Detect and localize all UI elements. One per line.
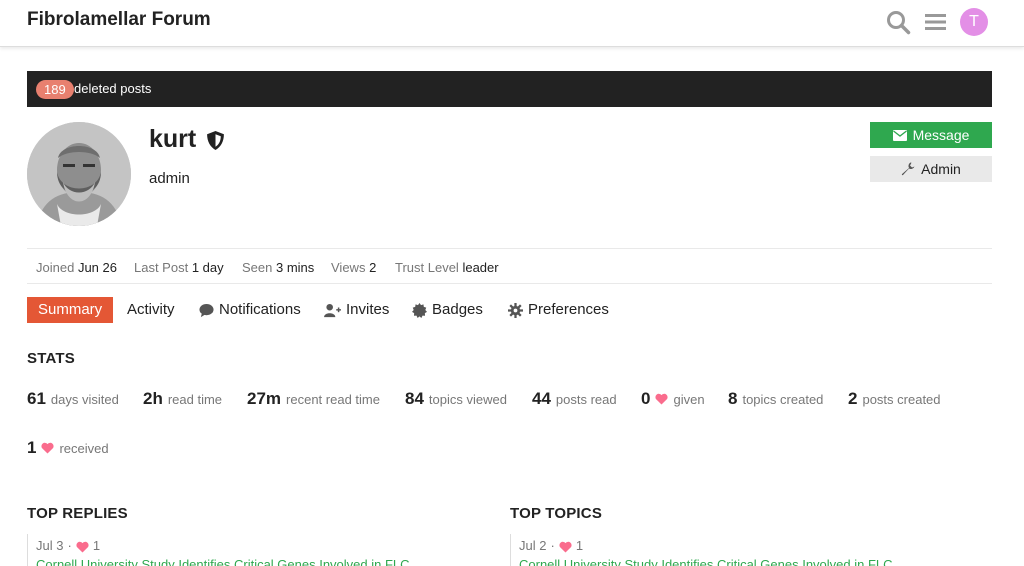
message-button-label: Message	[912, 127, 970, 143]
tab-summary[interactable]: Summary	[27, 297, 114, 323]
top-replies-list: Jul 3 · 1 Cornell University Study Ident…	[27, 534, 410, 566]
user-plus-icon	[324, 303, 341, 317]
detail-last-post: Last Post 1 day	[134, 260, 224, 275]
tab-notifications[interactable]: Notifications	[199, 297, 301, 323]
hamburger-menu-icon[interactable]	[923, 9, 949, 35]
topic-likes: 1	[575, 538, 584, 553]
reply-link[interactable]: Cornell University Study Identifies Crit…	[36, 557, 410, 566]
current-user-avatar[interactable]: T	[960, 8, 988, 36]
shield-icon	[207, 131, 224, 150]
heart-icon	[655, 393, 669, 405]
deleted-count-badge: 189	[36, 80, 74, 99]
profile-avatar	[27, 122, 131, 226]
admin-button[interactable]: Admin	[870, 156, 992, 182]
topic-meta: Jul 2 · 1	[519, 538, 584, 553]
stats-heading: STATS	[27, 350, 75, 367]
site-header: Fibrolamellar Forum T	[0, 0, 1024, 47]
tab-activity[interactable]: Activity	[127, 297, 175, 323]
comment-icon	[199, 303, 214, 317]
stat-likes-received: 1 received	[27, 438, 109, 457]
reply-likes: 1	[92, 538, 101, 553]
heart-icon	[41, 442, 55, 454]
profile-details: Joined Jun 26 Last Post 1 day Seen 3 min…	[27, 248, 992, 284]
message-button[interactable]: Message	[870, 122, 992, 148]
gear-icon	[508, 302, 523, 318]
reply-meta: Jul 3 · 1	[36, 538, 101, 553]
stat-read-time: 2h read time	[143, 389, 223, 408]
detail-seen: Seen 3 mins	[242, 260, 315, 275]
stat-posts-read: 44 posts read	[532, 389, 617, 408]
heart-icon	[559, 541, 572, 553]
top-replies-heading: TOP REPLIES	[27, 505, 128, 522]
stat-likes-given: 0 given	[641, 389, 705, 408]
stat-topics-viewed: 84 topics viewed	[405, 389, 507, 408]
admin-button-label: Admin	[921, 161, 961, 177]
reply-date: Jul 3	[36, 538, 64, 553]
stat-days-visited: 61 days visited	[27, 389, 119, 408]
envelope-icon	[892, 129, 907, 141]
stat-recent-read-time: 27m recent read time	[247, 389, 380, 408]
deleted-posts-bar: 189 deleted posts	[27, 71, 992, 107]
topic-date: Jul 2	[519, 538, 547, 553]
deleted-posts-label: deleted posts	[74, 81, 152, 96]
wrench-icon	[901, 162, 915, 176]
certificate-icon	[412, 302, 427, 318]
detail-trust-level: Trust Level leader	[395, 260, 499, 275]
site-title[interactable]: Fibrolamellar Forum	[27, 9, 211, 31]
stat-posts-created: 2 posts created	[848, 389, 941, 408]
search-icon[interactable]	[885, 9, 911, 35]
tab-badges[interactable]: Badges	[412, 297, 483, 323]
tab-invites[interactable]: Invites	[324, 297, 389, 323]
top-topics-heading: TOP TOPICS	[510, 505, 603, 522]
profile-username: kurt	[149, 125, 197, 153]
topic-link[interactable]: Cornell University Study Identifies Crit…	[519, 557, 893, 566]
stat-topics-created: 8 topics created	[728, 389, 824, 408]
heart-icon	[76, 541, 89, 553]
top-topics-list: Jul 2 · 1 Cornell University Study Ident…	[510, 534, 893, 566]
detail-views: Views 2	[331, 260, 377, 275]
profile-title: admin	[149, 170, 190, 187]
detail-joined: Joined Jun 26	[36, 260, 117, 275]
tab-preferences[interactable]: Preferences	[508, 297, 609, 323]
